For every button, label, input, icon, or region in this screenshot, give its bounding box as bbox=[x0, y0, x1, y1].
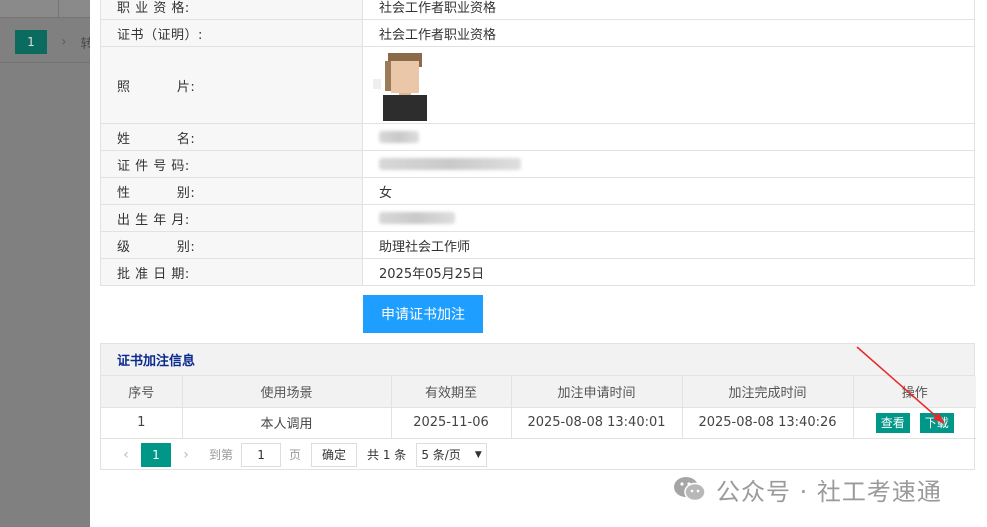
annotation-table-header: 序号 使用场景 有效期至 加注申请时间 加注完成时间 操作 bbox=[101, 376, 976, 408]
info-label: 姓 名: bbox=[117, 131, 196, 147]
info-row-level: 级 别: 助理社会工作师 bbox=[100, 231, 975, 259]
redacted-id-number bbox=[379, 158, 521, 170]
cell-actions: 查看 下载 bbox=[853, 407, 976, 439]
redacted-birth bbox=[379, 212, 455, 224]
total-count: 共 1 条 bbox=[367, 448, 407, 462]
column-header: 加注完成时间 bbox=[682, 376, 854, 408]
current-page-button[interactable]: 1 bbox=[141, 442, 171, 467]
column-header: 使用场景 bbox=[182, 376, 392, 408]
download-button[interactable]: 下载 bbox=[919, 412, 954, 433]
confirm-button[interactable]: 确定 bbox=[311, 442, 358, 467]
view-button[interactable]: 查看 bbox=[875, 412, 910, 433]
page-size-value: 5 条/页 bbox=[421, 448, 461, 462]
info-label: 性 别: bbox=[117, 185, 196, 201]
cell-index: 1 bbox=[101, 407, 183, 439]
redacted-name bbox=[379, 131, 419, 143]
column-header: 操作 bbox=[853, 376, 976, 408]
goto-label: 到第 bbox=[209, 448, 234, 462]
background-pager: 1 › 转 bbox=[15, 30, 94, 54]
page-size-select[interactable]: 5 条/页 ▼ bbox=[416, 442, 487, 467]
info-value: 助理社会工作师 bbox=[362, 231, 975, 259]
info-label: 证 件 号 码: bbox=[117, 158, 190, 174]
info-row-name: 姓 名: bbox=[100, 123, 975, 151]
cell-apply-time: 2025-08-08 13:40:01 bbox=[511, 407, 683, 439]
pagination: ‹ 1 › 到第 1 页 确定 共 1 条 5 条/页 ▼ bbox=[101, 439, 974, 471]
info-value: 女 bbox=[362, 177, 975, 205]
cell-complete-time: 2025-08-08 13:40:26 bbox=[682, 407, 854, 439]
apply-annotation-button[interactable]: 申请证书加注 bbox=[363, 295, 483, 333]
column-header: 加注申请时间 bbox=[511, 376, 683, 408]
info-row-approval-date: 批 准 日 期: 2025年05月25日 bbox=[100, 258, 975, 286]
info-row-certificate: 证书（证明）: 社会工作者职业资格 bbox=[100, 19, 975, 47]
info-row-id-number: 证 件 号 码: bbox=[100, 150, 975, 178]
background-page-button[interactable]: 1 bbox=[15, 30, 47, 54]
wechat-icon bbox=[674, 477, 706, 502]
background-page: 1 › 转 bbox=[0, 0, 94, 527]
table-row: 1 本人调用 2025-11-06 2025-08-08 13:40:01 20… bbox=[101, 407, 976, 439]
certificate-info-table: 职 业 资 格: 社会工作者职业资格 证书（证明）: 社会工作者职业资格 照 片… bbox=[100, 0, 975, 286]
pixelated-photo bbox=[373, 49, 431, 121]
annotation-panel: 证书加注信息 序号 使用场景 有效期至 加注申请时间 加注完成时间 操作 1 本… bbox=[100, 343, 976, 471]
info-label: 照 片: bbox=[117, 79, 196, 95]
info-value: 社会工作者职业资格 bbox=[362, 19, 975, 47]
info-label: 批 准 日 期: bbox=[117, 266, 190, 282]
info-value: 社会工作者职业资格 bbox=[362, 0, 975, 20]
certificate-modal: 职 业 资 格: 社会工作者职业资格 证书（证明）: 社会工作者职业资格 照 片… bbox=[90, 0, 987, 527]
chevron-right-icon: › bbox=[61, 34, 67, 50]
annotation-table: 序号 使用场景 有效期至 加注申请时间 加注完成时间 操作 1 本人调用 202… bbox=[101, 376, 976, 439]
column-header: 序号 bbox=[101, 376, 183, 408]
background-topbar bbox=[0, 0, 90, 18]
info-label: 级 别: bbox=[117, 239, 196, 255]
info-label: 职 业 资 格: bbox=[117, 0, 190, 16]
page-unit-label: 页 bbox=[289, 448, 302, 462]
chevron-right-icon[interactable]: › bbox=[171, 447, 201, 463]
watermark-text: 公众号 · 社工考速通 bbox=[716, 477, 942, 506]
info-row-photo: 照 片: bbox=[100, 46, 975, 124]
info-label: 证书（证明）: bbox=[117, 27, 203, 43]
info-row-qualification: 职 业 资 格: 社会工作者职业资格 bbox=[100, 0, 975, 20]
cell-scene: 本人调用 bbox=[182, 407, 392, 439]
info-value: 2025年05月25日 bbox=[362, 258, 975, 286]
info-row-gender: 性 别: 女 bbox=[100, 177, 975, 205]
info-row-birth: 出 生 年 月: bbox=[100, 204, 975, 232]
annotation-panel-title: 证书加注信息 bbox=[101, 344, 974, 376]
cell-valid-until: 2025-11-06 bbox=[391, 407, 512, 439]
watermark: 公众号 · 社工考速通 bbox=[672, 472, 942, 506]
chevron-down-icon: ▼ bbox=[474, 449, 482, 460]
info-label: 出 生 年 月: bbox=[117, 212, 190, 228]
chevron-left-icon[interactable]: ‹ bbox=[111, 447, 141, 463]
page-number-input[interactable]: 1 bbox=[241, 442, 282, 467]
column-header: 有效期至 bbox=[391, 376, 512, 408]
